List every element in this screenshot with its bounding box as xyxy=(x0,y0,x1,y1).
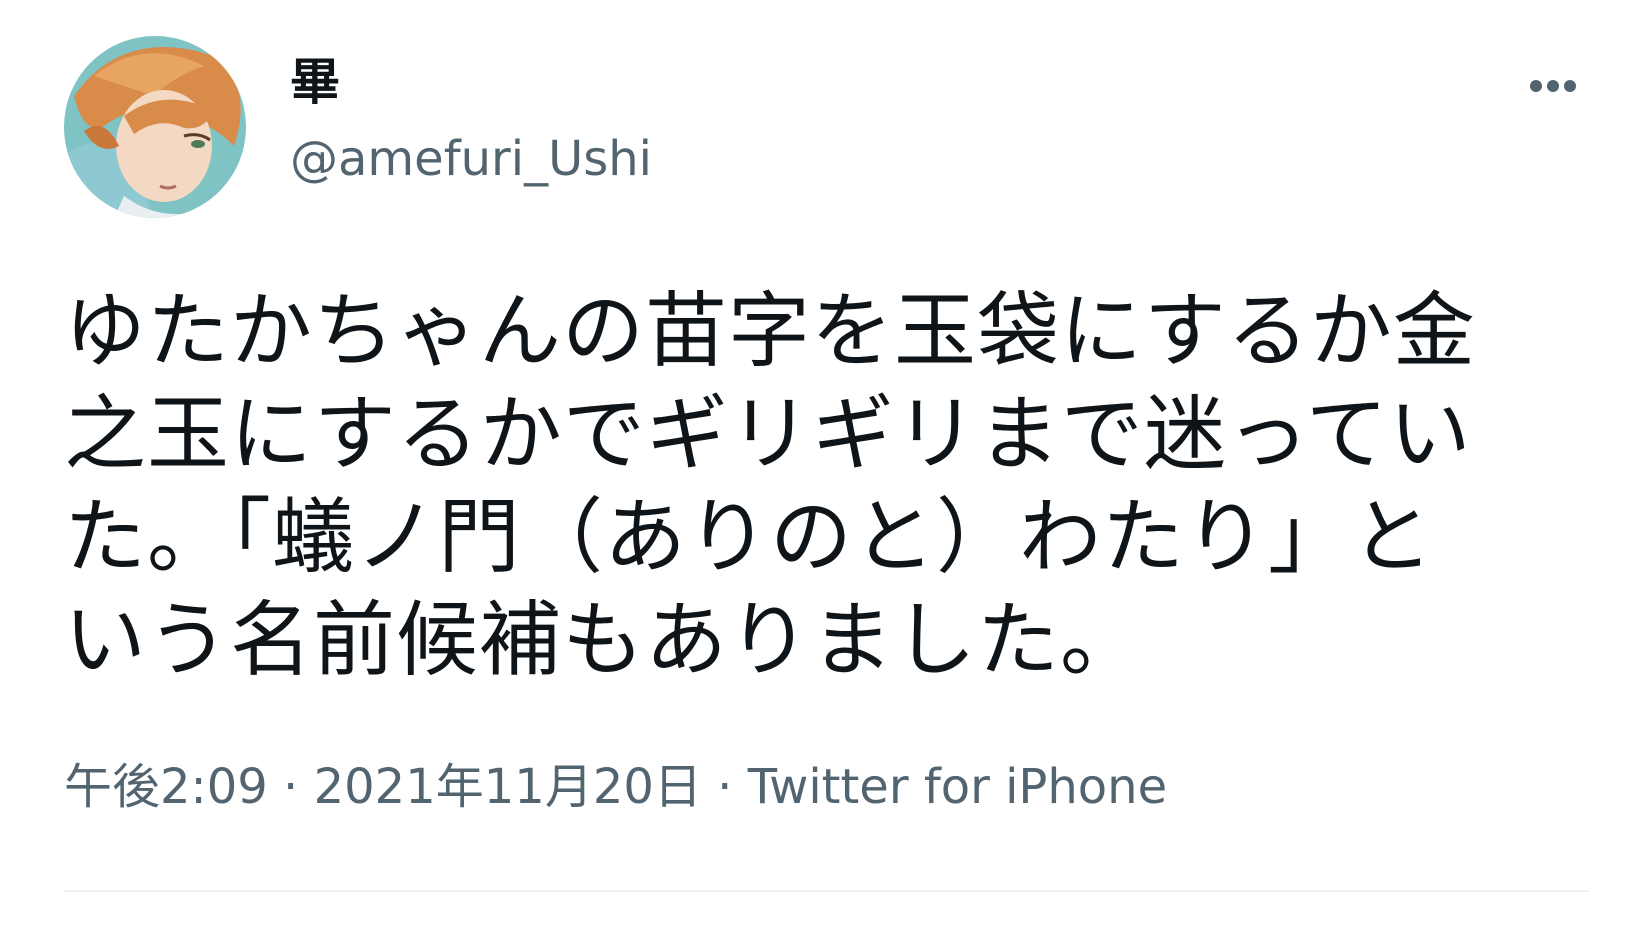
metadata-separator: · xyxy=(267,759,314,815)
avatar-illustration-icon xyxy=(64,36,246,218)
metadata-separator: · xyxy=(701,759,748,815)
tweet-metadata: 午後2:09 · 2021年11月20日 · Twitter for iPhon… xyxy=(64,758,1167,816)
more-horizontal-icon xyxy=(1547,80,1559,92)
tweet-text: ゆたかちゃんの苗字を玉袋にするか金 之玉にするかでギリギリまで迷ってい た。「蟻… xyxy=(64,284,1476,688)
user-handle[interactable]: @amefuri_Ushi xyxy=(290,130,652,188)
divider xyxy=(64,890,1590,892)
more-options-button[interactable] xyxy=(1510,58,1590,108)
avatar[interactable] xyxy=(64,36,246,218)
display-name[interactable]: 畢 xyxy=(290,52,340,112)
tweet-card: 畢 @amefuri_Ushi ゆたかちゃんの苗字を玉袋にするか金 之玉にするか… xyxy=(0,0,1644,925)
tweet-source-link[interactable]: Twitter for iPhone xyxy=(748,759,1167,815)
tweet-date-link[interactable]: 2021年11月20日 xyxy=(314,759,702,815)
tweet-time-link[interactable]: 午後2:09 xyxy=(64,759,268,815)
more-horizontal-icon xyxy=(1530,80,1542,92)
more-horizontal-icon xyxy=(1564,80,1576,92)
